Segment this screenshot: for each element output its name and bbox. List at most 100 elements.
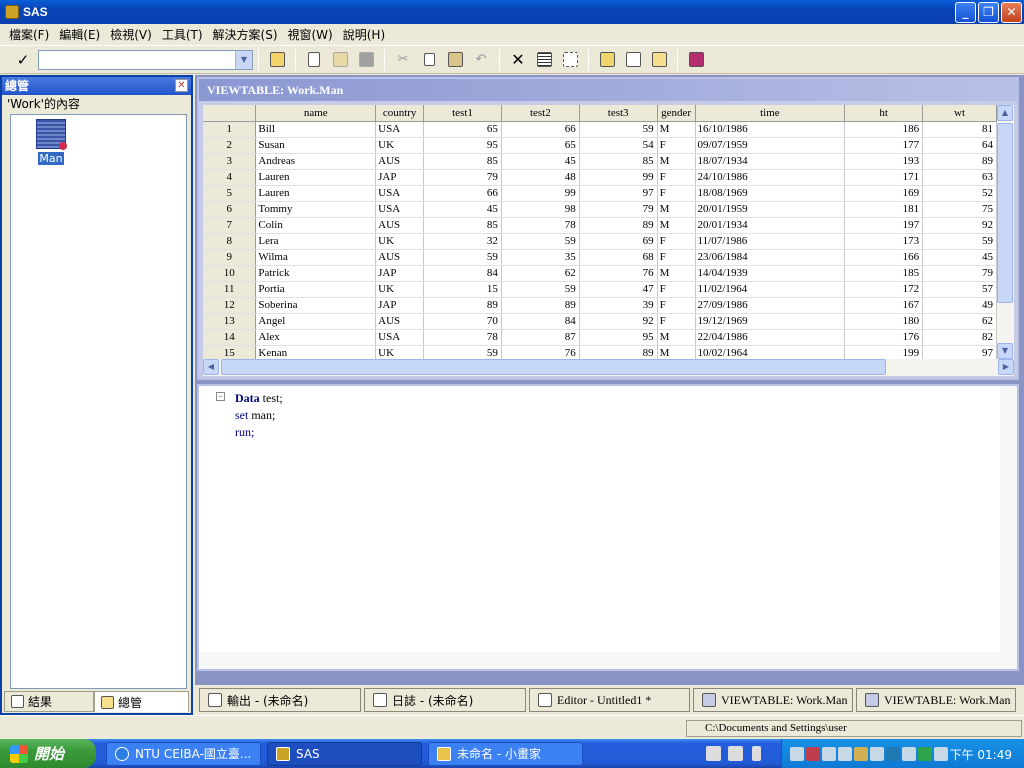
cell-ht[interactable]: 167 — [844, 297, 924, 314]
cut-icon[interactable]: ✂ — [392, 49, 414, 71]
cell-ht[interactable]: 177 — [844, 137, 924, 154]
cell-country[interactable]: JAP — [375, 297, 425, 314]
cell-test1[interactable]: 59 — [423, 249, 502, 266]
tab-viewtable-2[interactable]: VIEWTABLE: Work.Man — [856, 688, 1016, 712]
cell-wt[interactable]: 62 — [922, 313, 997, 330]
cell-gender[interactable]: M — [657, 121, 696, 138]
column-header-time[interactable]: time — [695, 105, 846, 122]
task-browser[interactable]: NTU CEIBA-國立臺... — [106, 741, 261, 766]
tab-viewtable-1[interactable]: VIEWTABLE: Work.Man — [693, 688, 853, 712]
cell-ht[interactable]: 181 — [844, 201, 924, 218]
details-icon[interactable] — [533, 49, 555, 71]
cell-test3[interactable]: 68 — [579, 249, 658, 266]
cell-time[interactable]: 09/07/1959 — [695, 137, 846, 154]
tree-icon[interactable] — [559, 49, 581, 71]
cell-gender[interactable]: F — [657, 233, 696, 250]
cell-country[interactable]: UK — [375, 233, 425, 250]
horizontal-scroll-thumb[interactable] — [221, 359, 886, 375]
cell-test1[interactable]: 85 — [423, 217, 502, 234]
column-header-test2[interactable]: test2 — [501, 105, 580, 122]
cell-name[interactable]: Patrick — [255, 265, 377, 282]
cell-test2[interactable]: 78 — [501, 217, 580, 234]
cell-ht[interactable]: 193 — [844, 153, 924, 170]
cell-name[interactable]: Susan — [255, 137, 377, 154]
row-number[interactable]: 9 — [203, 249, 257, 266]
cell-test3[interactable]: 97 — [579, 185, 658, 202]
cell-wt[interactable]: 64 — [922, 137, 997, 154]
cell-time[interactable]: 19/12/1969 — [695, 313, 846, 330]
cell-ht[interactable]: 166 — [844, 249, 924, 266]
close-button[interactable]: ✕ — [1001, 2, 1022, 23]
cell-name[interactable]: Soberina — [255, 297, 377, 314]
row-number[interactable]: 15 — [203, 345, 257, 359]
cell-wt[interactable]: 89 — [922, 153, 997, 170]
language-icon[interactable] — [752, 746, 761, 761]
row-number[interactable]: 2 — [203, 137, 257, 154]
cell-test3[interactable]: 85 — [579, 153, 658, 170]
cell-country[interactable]: AUS — [375, 153, 425, 170]
cell-gender[interactable]: M — [657, 345, 696, 359]
cell-ht[interactable]: 185 — [844, 265, 924, 282]
scroll-up-icon[interactable]: ▲ — [997, 105, 1013, 121]
cell-wt[interactable]: 92 — [922, 217, 997, 234]
cell-test1[interactable]: 89 — [423, 297, 502, 314]
tab-explorer[interactable]: 總管 — [94, 691, 189, 712]
table-row[interactable]: 9 Wilma AUS 59 35 68 F 23/06/1984 166 45 — [203, 249, 997, 266]
column-header-wt[interactable]: wt — [922, 105, 997, 122]
clock[interactable]: 下午 01:49 — [950, 746, 1012, 763]
cell-test2[interactable]: 98 — [501, 201, 580, 218]
cell-test1[interactable]: 79 — [423, 169, 502, 186]
horizontal-scrollbar[interactable]: ◀ ▶ — [203, 359, 1014, 376]
cell-country[interactable]: USA — [375, 201, 425, 218]
cell-test2[interactable]: 48 — [501, 169, 580, 186]
cell-gender[interactable]: F — [657, 313, 696, 330]
keyboard-icon[interactable] — [706, 746, 721, 761]
open-icon[interactable] — [329, 49, 351, 71]
column-header-name[interactable]: name — [255, 105, 377, 122]
options-icon[interactable] — [622, 49, 644, 71]
row-number-header[interactable] — [203, 105, 257, 122]
scroll-right-icon[interactable]: ▶ — [998, 359, 1014, 375]
row-number[interactable]: 7 — [203, 217, 257, 234]
tray-icon[interactable] — [854, 746, 868, 761]
cell-gender[interactable]: M — [657, 217, 696, 234]
cell-ht[interactable]: 197 — [844, 217, 924, 234]
up-folder-icon[interactable] — [266, 49, 288, 71]
cell-test3[interactable]: 39 — [579, 297, 658, 314]
column-header-test1[interactable]: test1 — [423, 105, 502, 122]
code-area[interactable]: Data test; set man; run; — [217, 390, 283, 441]
table-row[interactable]: 1 Bill USA 65 66 59 M 16/10/1986 186 81 — [203, 121, 997, 138]
cell-ht[interactable]: 176 — [844, 329, 924, 346]
cell-ht[interactable]: 199 — [844, 345, 924, 359]
editor-vertical-scrollbar[interactable] — [1000, 386, 1017, 669]
cell-test1[interactable]: 95 — [423, 137, 502, 154]
cell-time[interactable]: 18/07/1934 — [695, 153, 846, 170]
cell-country[interactable]: JAP — [375, 169, 425, 186]
cell-test2[interactable]: 35 — [501, 249, 580, 266]
cell-test3[interactable]: 89 — [579, 345, 658, 359]
new-icon[interactable] — [303, 49, 325, 71]
scroll-left-icon[interactable]: ◀ — [203, 359, 219, 375]
cell-time[interactable]: 23/06/1984 — [695, 249, 846, 266]
cell-test2[interactable]: 99 — [501, 185, 580, 202]
cell-test1[interactable]: 32 — [423, 233, 502, 250]
row-number[interactable]: 6 — [203, 201, 257, 218]
cell-name[interactable]: Andreas — [255, 153, 377, 170]
cell-time[interactable]: 16/10/1986 — [695, 121, 846, 138]
cell-wt[interactable]: 79 — [922, 265, 997, 282]
cell-test1[interactable]: 66 — [423, 185, 502, 202]
task-paint[interactable]: 未命名 - 小畫家 — [428, 741, 583, 766]
find-icon[interactable] — [648, 49, 670, 71]
table-row[interactable]: 15 Kenan UK 59 76 89 M 10/02/1964 199 97 — [203, 345, 997, 359]
column-header-gender[interactable]: gender — [657, 105, 696, 122]
cell-time[interactable]: 20/01/1934 — [695, 217, 846, 234]
cell-time[interactable]: 14/04/1939 — [695, 265, 846, 282]
cell-test3[interactable]: 47 — [579, 281, 658, 298]
table-row[interactable]: 5 Lauren USA 66 99 97 F 18/08/1969 169 52 — [203, 185, 997, 202]
table-row[interactable]: 2 Susan UK 95 65 54 F 09/07/1959 177 64 — [203, 137, 997, 154]
cell-test2[interactable]: 59 — [501, 281, 580, 298]
row-number[interactable]: 12 — [203, 297, 257, 314]
cell-name[interactable]: Lauren — [255, 185, 377, 202]
delete-icon[interactable]: ✕ — [507, 49, 529, 71]
cell-test1[interactable]: 59 — [423, 345, 502, 359]
